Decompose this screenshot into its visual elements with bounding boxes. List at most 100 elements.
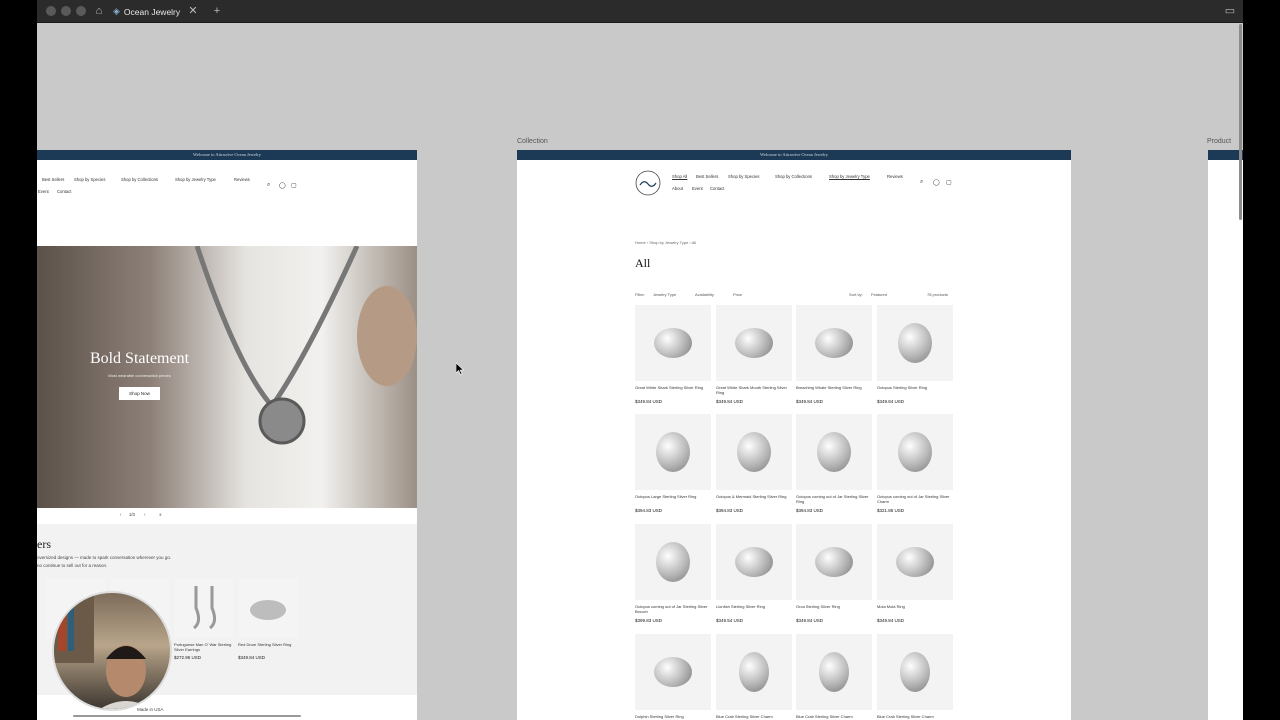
breadcrumb[interactable]: Home › Shop by Jewelry Type › All <box>635 240 696 245</box>
product-price: $394.83 USD <box>796 508 824 513</box>
product-name[interactable]: Great White Shark Sterling Silver Ring <box>635 385 711 390</box>
product-image[interactable] <box>796 414 872 490</box>
account-icon[interactable]: ◯ <box>933 179 940 186</box>
product-price: $394.83 USD <box>716 508 744 513</box>
home-icon[interactable]: ⌂ <box>92 4 106 18</box>
filter-jewelry-type[interactable]: Jewelry Type <box>653 292 676 297</box>
product-name[interactable]: Octopus Large Sterling Silver Ring <box>635 494 711 499</box>
product-price: $349.84 USD <box>796 618 824 623</box>
shop-now-button[interactable]: Shop Now <box>119 387 160 400</box>
product-image[interactable] <box>635 634 711 710</box>
product-frame-label: Product <box>1207 138 1232 145</box>
mouse-cursor-icon <box>456 363 464 375</box>
product-image[interactable] <box>877 634 953 710</box>
slide-pause-icon[interactable]: ॥ <box>159 512 162 518</box>
slide-prev-icon[interactable]: ‹ <box>120 512 121 517</box>
product-name[interactable]: Octopus coming out of Jar Sterling Silve… <box>796 494 872 504</box>
product-image[interactable] <box>716 524 792 600</box>
product-name[interactable]: Octopus Sterling Silver Ring <box>877 385 953 390</box>
search-icon[interactable]: ⌕ <box>267 182 270 189</box>
nav-best-sellers[interactable]: Best Sellers <box>42 177 64 182</box>
nav-shop-by-jewelry-type[interactable]: Shop by Jewelry Type <box>829 174 870 179</box>
product-image[interactable] <box>877 305 953 381</box>
hero-subtitle: Most wearable conversation pieces <box>108 373 171 378</box>
section-title: ers <box>37 537 51 551</box>
product-name[interactable]: Blue Crab Sterling Silver Charm <box>877 714 953 719</box>
horizontal-scrollbar[interactable] <box>73 715 301 717</box>
close-window-button[interactable] <box>46 6 56 16</box>
slide-next-icon[interactable]: › <box>144 512 145 517</box>
product-image[interactable] <box>796 524 872 600</box>
card-name[interactable]: Red Drum Sterling Silver Ring <box>238 642 298 647</box>
nav-shop-by-jewelry-type[interactable]: Shop by Jewelry Type <box>175 177 216 182</box>
nav-best-sellers[interactable]: Best Sellers <box>696 174 718 179</box>
nav-event[interactable]: Event <box>692 186 703 191</box>
new-tab-icon[interactable]: + <box>210 4 224 18</box>
sort-select[interactable]: Featured <box>871 292 887 297</box>
product-count: 78 products <box>927 292 948 297</box>
product-image[interactable] <box>635 414 711 490</box>
nav-about[interactable]: About <box>672 186 683 191</box>
filter-availability[interactable]: Availability <box>695 292 714 297</box>
section-text-1: oversized designs — made to spark conver… <box>37 555 172 560</box>
nav-event[interactable]: Event <box>38 189 49 194</box>
account-icon[interactable]: ◯ <box>279 182 286 189</box>
product-name[interactable]: Breaching Whale Sterling Silver Ring <box>796 385 872 390</box>
site-favicon-icon: ◈ <box>113 6 120 16</box>
nav-contact[interactable]: Contact <box>57 189 71 194</box>
red-drum-ring-image[interactable] <box>238 578 298 638</box>
product-price: $349.84 USD <box>796 399 824 404</box>
earrings-image[interactable] <box>174 578 234 638</box>
product-price: $349.84 USD <box>635 399 663 404</box>
page-title: All <box>635 256 651 270</box>
product-image[interactable] <box>635 305 711 381</box>
nav-shop-by-species[interactable]: Shop by Species <box>728 174 759 179</box>
product-name[interactable]: Orca Sterling Silver Ring <box>796 604 872 609</box>
product-image[interactable] <box>716 414 792 490</box>
announcement-bar: Welcome to Attractive Ocean Jewelry <box>37 150 417 160</box>
collection-page-frame: Welcome to Attractive Ocean Jewelry Shop… <box>517 150 1071 720</box>
product-image[interactable] <box>877 524 953 600</box>
nav-reviews[interactable]: Reviews <box>234 177 250 182</box>
product-name[interactable]: Octopus & Mermaid Sterling Silver Ring <box>716 494 792 499</box>
section-text-2: no continue to sell out for a reason. <box>37 563 108 568</box>
cart-icon[interactable]: ▢ <box>291 182 297 189</box>
nav-shop-by-species[interactable]: Shop by Species <box>74 177 105 182</box>
close-tab-icon[interactable]: ✕ <box>186 4 200 18</box>
product-image[interactable] <box>716 305 792 381</box>
product-image[interactable] <box>796 305 872 381</box>
search-icon[interactable]: ⌕ <box>920 179 923 186</box>
nav-contact[interactable]: Contact <box>710 186 724 191</box>
nav-reviews[interactable]: Reviews <box>887 174 903 179</box>
product-price: $349.84 USD <box>877 399 905 404</box>
minimize-window-button[interactable] <box>61 6 71 16</box>
card-name[interactable]: Portuguese Man O' War Sterling Silver Ea… <box>174 642 234 652</box>
nav-shop-all[interactable]: Shop All <box>672 174 687 179</box>
collection-frame-label: Collection <box>517 138 548 145</box>
product-image[interactable] <box>716 634 792 710</box>
product-name[interactable]: Dolphin Sterling Silver Ring <box>635 714 711 719</box>
product-name[interactable]: Blue Crab Sterling Silver Charm <box>796 714 872 719</box>
nav-shop-by-collections[interactable]: Shop by Collections <box>121 177 158 182</box>
sort-label: Sort by: <box>849 292 863 297</box>
product-name[interactable]: Lionfish Sterling Silver Ring <box>716 604 792 609</box>
vertical-scrollbar[interactable] <box>1239 24 1242 220</box>
ocean-jewelry-logo[interactable] <box>635 170 661 196</box>
product-name[interactable]: Mola Mola Ring <box>877 604 953 609</box>
hero-title: Bold Statement <box>89 350 190 367</box>
browser-titlebar: ⌂ ◈ Ocean Jewelry ✕ + ▭ <box>37 0 1243 23</box>
product-name[interactable]: Octopus coming out of Jar Sterling Silve… <box>877 494 953 504</box>
product-image[interactable] <box>877 414 953 490</box>
sidebar-icon[interactable]: ▭ <box>1223 4 1237 18</box>
filter-price[interactable]: Price <box>733 292 742 297</box>
cart-icon[interactable]: ▢ <box>946 179 952 186</box>
product-image[interactable] <box>635 524 711 600</box>
nav-shop-by-collections[interactable]: Shop by Collections <box>775 174 812 179</box>
product-name[interactable]: Octopus coming out of Jar Sterling Silve… <box>635 604 711 614</box>
slide-counter: 1/3 <box>129 512 135 517</box>
product-name[interactable]: Blue Crab Sterling Silver Charm <box>716 714 792 719</box>
product-name[interactable]: Great White Shark Mouth Sterling Silver … <box>716 385 792 395</box>
zoom-window-button[interactable] <box>76 6 86 16</box>
product-image[interactable] <box>796 634 872 710</box>
made-in-usa-text: Made in USA <box>137 707 164 712</box>
